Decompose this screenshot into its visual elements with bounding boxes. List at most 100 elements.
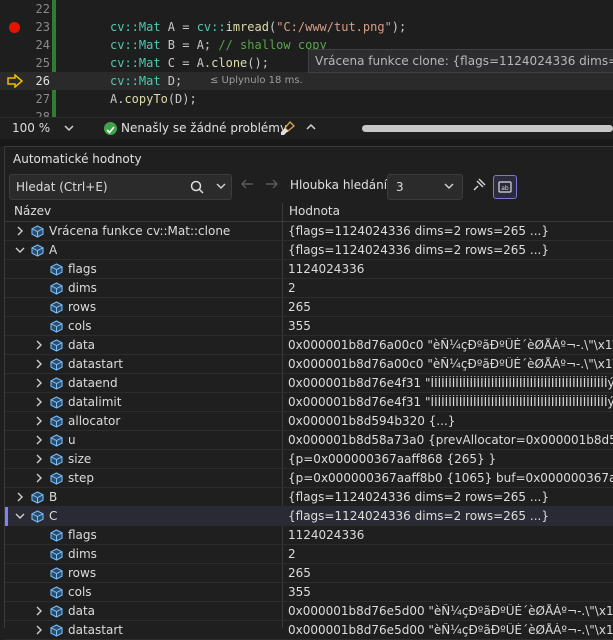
perf-tip[interactable]: ≤ Uplynulo 18 ms. xyxy=(210,72,303,90)
tree-row[interactable]: flags 1124024336 xyxy=(5,260,613,279)
variable-value[interactable]: {flags=1124024336 dims=2 rows=265 ...} xyxy=(288,490,613,504)
variable-value[interactable]: {flags=1124024336 dims=2 rows=265 ...} xyxy=(288,224,613,238)
tree-row[interactable]: step {p=0x000000367aaff8b0 {1065} buf=0x0… xyxy=(5,469,613,488)
code-line[interactable]: 23 cv::Mat A = cv::imread("C:/www/tut.png… xyxy=(0,18,613,36)
tree-row[interactable]: rows 265 xyxy=(5,564,613,583)
tree-row[interactable]: dataend 0x000001b8d76e4f31 "ÍÍÍÍÍÍÍÍÍÍÍÍÍ… xyxy=(5,374,613,393)
code-line[interactable]: 28 xyxy=(0,108,613,117)
variable-value[interactable]: 355 xyxy=(288,585,613,599)
variable-value[interactable]: 1124024336 xyxy=(288,262,613,276)
tree-row[interactable]: cols 355 xyxy=(5,317,613,336)
line-number: 25 xyxy=(35,56,50,70)
chevron-right-icon[interactable] xyxy=(34,435,44,445)
code-token: (D); xyxy=(167,92,197,106)
datatip[interactable]: Vrácena funkce clone: {flags=1124024336 … xyxy=(308,49,613,73)
chevron-right-icon[interactable] xyxy=(34,454,44,464)
tree-row[interactable]: size {p=0x000000367aaff868 {265} } xyxy=(5,450,613,469)
variable-value[interactable]: 0x000001b8d76e4f31 "ÍÍÍÍÍÍÍÍÍÍÍÍÍÍÍÍÍÍÍÍ… xyxy=(288,395,613,409)
code-line[interactable]: 22 xyxy=(0,0,613,18)
variable-value[interactable]: {p=0x000000367aaff8b0 {1065} buf=0x00000… xyxy=(288,471,613,485)
variable-value[interactable]: 1124024336 xyxy=(288,528,613,542)
tree-row[interactable]: dims 2 xyxy=(5,279,613,298)
tree-row[interactable]: datalimit 0x000001b8d76e4f31 "ÍÍÍÍÍÍÍÍÍÍÍ… xyxy=(5,393,613,412)
field-icon xyxy=(50,624,63,637)
variable-value[interactable]: 0x000001b8d76e5d00 "èÑ¼çÐºãÐºÛÉ´èØÅÀº¬-.… xyxy=(288,623,613,637)
tree-row[interactable]: data 0x000001b8d76e5d00 "èÑ¼çÐºãÐºÛÉ´èØÅÀ… xyxy=(5,602,613,621)
chevron-right-icon[interactable] xyxy=(34,606,44,616)
zoom-dropdown[interactable]: 100 % xyxy=(6,118,80,139)
breakpoint-icon[interactable] xyxy=(9,22,20,33)
tree-row[interactable]: rows 265 xyxy=(5,298,613,317)
code-line[interactable]: 26 cv::Mat D; ≤ Uplynulo 18 ms. xyxy=(0,72,613,90)
variable-value[interactable]: 2 xyxy=(288,281,613,295)
pin-icon[interactable] xyxy=(471,177,487,193)
code-token: cv:: xyxy=(196,20,226,34)
chevron-right-icon[interactable] xyxy=(34,473,44,483)
chevron-right-icon[interactable] xyxy=(34,416,44,426)
field-icon xyxy=(50,320,63,333)
variable-value[interactable]: 265 xyxy=(288,300,613,314)
column-header-name[interactable]: Název xyxy=(14,204,51,218)
chevron-down-icon xyxy=(444,183,454,190)
pane-splitter[interactable] xyxy=(0,139,613,146)
chevron-right-icon[interactable] xyxy=(34,397,44,407)
problems-status[interactable]: Nenašly se žádné problémy. xyxy=(121,118,289,139)
tree-row[interactable]: data 0x000001b8d76a00c0 "èÑ¼çÐºãÐºÛÉ´èØÅÀ… xyxy=(5,336,613,355)
chevron-right-icon[interactable] xyxy=(34,359,44,369)
tree-row[interactable]: datastart 0x000001b8d76a00c0 "èÑ¼çÐºãÐºÛÉ… xyxy=(5,355,613,374)
variable-value[interactable]: 265 xyxy=(288,566,613,580)
chevron-down-icon[interactable] xyxy=(216,182,226,190)
tree-row[interactable]: B {flags=1124024336 dims=2 rows=265 ...} xyxy=(5,488,613,507)
code-token: A = xyxy=(160,20,197,34)
variable-value[interactable]: 2 xyxy=(288,547,613,561)
code-line[interactable]: 27 A.copyTo(D); xyxy=(0,90,613,108)
brush-icon[interactable] xyxy=(280,121,296,136)
tree-row[interactable]: dims 2 xyxy=(5,545,613,564)
tree-row[interactable]: A {flags=1124024336 dims=2 rows=265 ...} xyxy=(5,241,613,260)
arrow-right-icon[interactable] xyxy=(265,178,279,190)
hex-icon: ab xyxy=(498,181,512,193)
tree-row[interactable]: Vrácena funkce cv::Mat::clone {flags=1124… xyxy=(5,222,613,241)
chevron-down-icon[interactable] xyxy=(15,511,25,521)
variable-value[interactable]: 0x000001b8d76a00c0 "èÑ¼çÐºãÐºÛÉ´èØÅÀº¬-.… xyxy=(288,357,613,371)
variable-value[interactable]: 0x000001b8d76e5d00 "èÑ¼çÐºãÐºÛÉ´èØÅÀº¬-.… xyxy=(288,604,613,618)
variable-name: dataend xyxy=(68,376,118,390)
chevron-right-icon[interactable] xyxy=(34,340,44,350)
column-header-value[interactable]: Hodnota xyxy=(289,204,340,218)
chevron-up-icon[interactable] xyxy=(306,123,316,131)
horizontal-scrollbar[interactable] xyxy=(362,125,613,132)
variable-value[interactable]: 0x000001b8d76a00c0 "èÑ¼çÐºãÐºÛÉ´èØÅÀº¬-.… xyxy=(288,338,613,352)
chevron-right-icon[interactable] xyxy=(34,378,44,388)
variable-value[interactable]: 0x000001b8d594b320 {...} xyxy=(288,414,613,428)
chevron-right-icon[interactable] xyxy=(15,492,25,502)
search-input[interactable]: Hledat (Ctrl+E) xyxy=(9,174,232,200)
variable-value[interactable]: 0x000001b8d58a73a0 {prevAllocator=0x0000… xyxy=(288,433,613,447)
tree-row[interactable]: allocator 0x000001b8d594b320 {...} xyxy=(5,412,613,431)
hex-display-toggle[interactable]: ab xyxy=(493,175,517,199)
variable-name: cols xyxy=(68,585,92,599)
tree-row[interactable]: flags 1124024336 xyxy=(5,526,613,545)
variable-value[interactable]: {flags=1124024336 dims=2 rows=265 ...} xyxy=(288,243,613,257)
variable-value[interactable]: 355 xyxy=(288,319,613,333)
variable-value[interactable]: {flags=1124024336 dims=2 rows=265 ...} xyxy=(288,509,613,523)
code-token: cv::Mat xyxy=(110,20,161,34)
tree-row[interactable]: datastart 0x000001b8d76e5d00 "èÑ¼çÐºãÐºÛÉ… xyxy=(5,621,613,640)
variable-name: rows xyxy=(68,300,97,314)
variable-name: datastart xyxy=(68,623,123,637)
variable-value[interactable]: 0x000001b8d76e4f31 "ÍÍÍÍÍÍÍÍÍÍÍÍÍÍÍÍÍÍÍÍ… xyxy=(288,376,613,390)
tree-row[interactable]: u 0x000001b8d58a73a0 {prevAllocator=0x000… xyxy=(5,431,613,450)
code-token: cv::Mat xyxy=(110,38,161,52)
variable-name: dims xyxy=(68,281,97,295)
field-icon xyxy=(50,358,63,371)
search-icon[interactable] xyxy=(190,180,204,194)
code-editor[interactable]: 22 23 cv::Mat A = cv::imread("C:/www/tut.p… xyxy=(0,0,613,117)
search-depth-dropdown[interactable]: 3 xyxy=(387,174,463,200)
tree-row[interactable]: cols 355 xyxy=(5,583,613,602)
variable-name: A xyxy=(49,243,58,257)
arrow-left-icon[interactable] xyxy=(240,178,254,190)
variables-tree: Vrácena funkce cv::Mat::clone {flags=1124… xyxy=(5,222,613,640)
tree-row[interactable]: C {flags=1124024336 dims=2 rows=265 ...} xyxy=(5,507,613,526)
chevron-right-icon[interactable] xyxy=(15,226,25,236)
variable-value[interactable]: {p=0x000000367aaff868 {265} } xyxy=(288,452,613,466)
chevron-down-icon[interactable] xyxy=(15,245,25,255)
